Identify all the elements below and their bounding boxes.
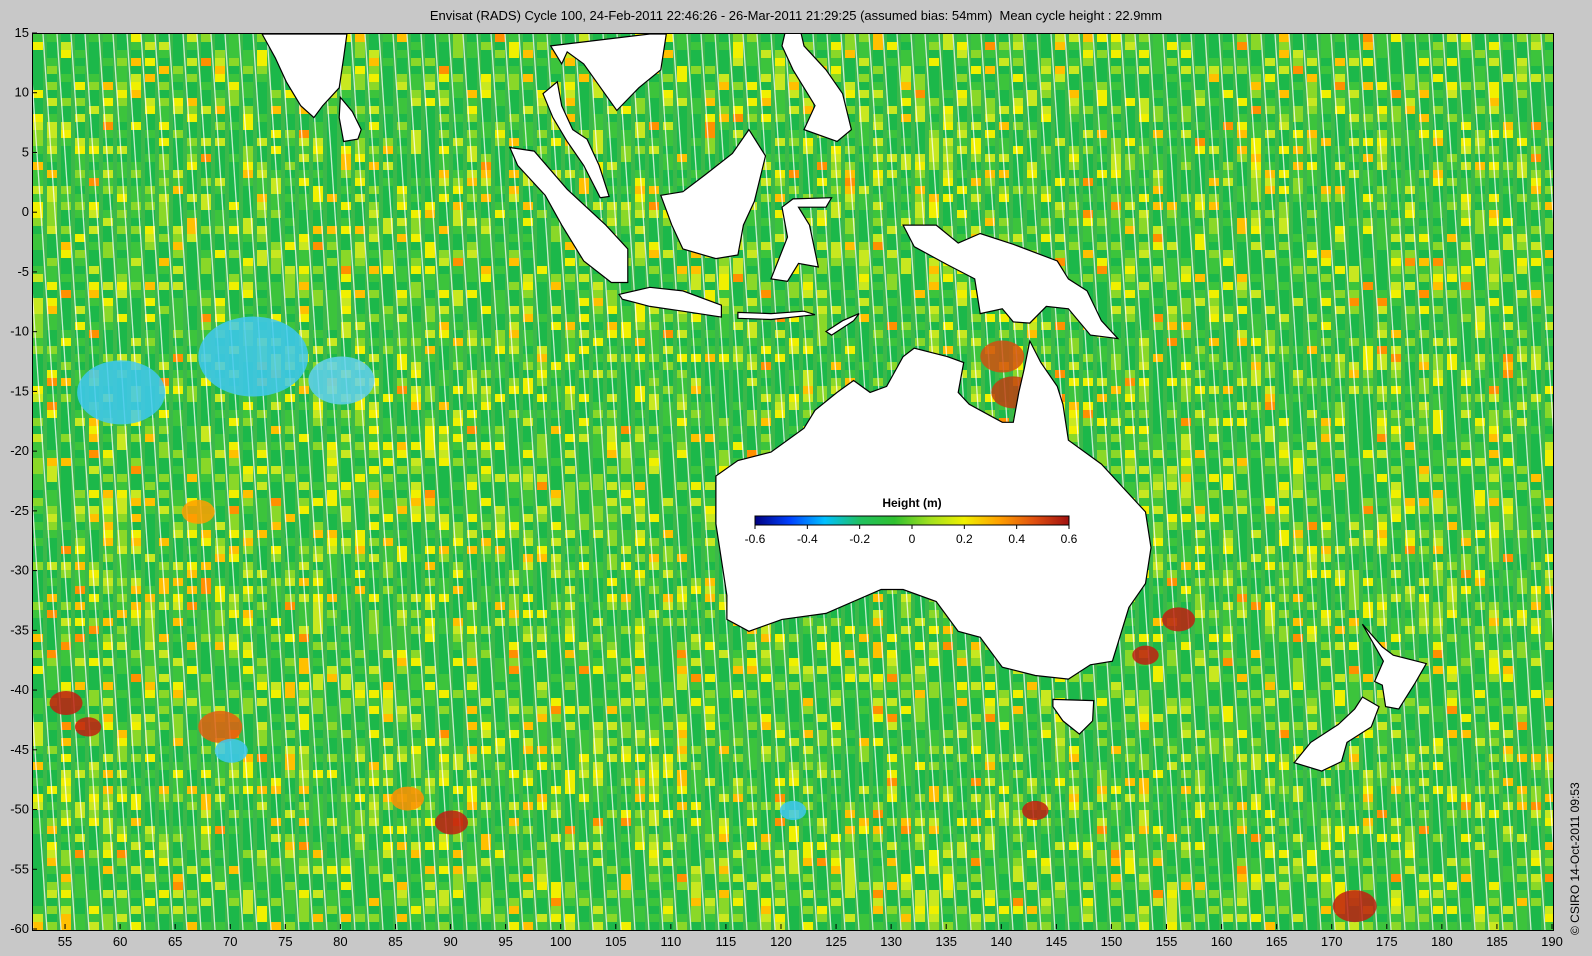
x-tick-label: 130 (880, 934, 902, 949)
y-tick-label: -25 (10, 503, 29, 518)
x-tick-label: 160 (1211, 934, 1233, 949)
y-tick-label: -40 (10, 682, 29, 697)
x-tick-label: 90 (443, 934, 457, 949)
x-tick-label: 60 (113, 934, 127, 949)
x-tick-label: 120 (770, 934, 792, 949)
x-tick-label: 185 (1486, 934, 1508, 949)
x-tick-label: 75 (278, 934, 292, 949)
copyright-notice: © CSIRO 14-Oct-2011 09:53 (1568, 782, 1582, 935)
y-tick-label: -55 (10, 861, 29, 876)
y-tick-label: -35 (10, 622, 29, 637)
x-tick-label: 115 (716, 934, 737, 949)
x-tick-label: 85 (388, 934, 402, 949)
x-tick-label: 110 (660, 934, 681, 949)
y-tick-label: 15 (15, 25, 29, 40)
y-tick-label: 0 (22, 204, 29, 219)
y-tick-label: -50 (10, 802, 29, 817)
y-tick-label: -60 (10, 921, 29, 936)
height-field-layer (33, 34, 1553, 930)
x-tick-label: 65 (168, 934, 182, 949)
x-tick-label: 165 (1266, 934, 1288, 949)
y-tick-label: -15 (10, 383, 29, 398)
y-tick-label: 10 (15, 85, 29, 100)
x-tick-label: 150 (1101, 934, 1123, 949)
x-tick-label: 145 (1045, 934, 1067, 949)
x-tick-label: 100 (550, 934, 572, 949)
y-tick-label: -10 (10, 324, 29, 339)
x-tick-label: 190 (1541, 934, 1563, 949)
x-tick-label: 125 (825, 934, 847, 949)
x-tick-label: 180 (1431, 934, 1453, 949)
y-tick-label: -20 (10, 443, 29, 458)
x-tick-label: 80 (333, 934, 347, 949)
x-tick-label: 140 (990, 934, 1012, 949)
x-tick-label: 55 (58, 934, 72, 949)
x-tick-label: 170 (1321, 934, 1343, 949)
y-tick-label: -30 (10, 563, 29, 578)
x-tick-label: 95 (498, 934, 512, 949)
x-tick-label: 135 (935, 934, 957, 949)
x-tick-label: 175 (1376, 934, 1398, 949)
x-tick-label: 105 (605, 934, 627, 949)
y-tick-label: -5 (17, 264, 29, 279)
x-tick-label: 155 (1156, 934, 1178, 949)
map-title: Envisat (RADS) Cycle 100, 24-Feb-2011 22… (429, 8, 1163, 23)
y-tick-label: 5 (22, 144, 29, 159)
sea-height-map[interactable]: Height (m) -0.6 -0.4 -0.2 0 0.2 0.4 0.6 (32, 33, 1554, 931)
y-tick-label: -45 (10, 742, 29, 757)
x-tick-label: 70 (223, 934, 237, 949)
